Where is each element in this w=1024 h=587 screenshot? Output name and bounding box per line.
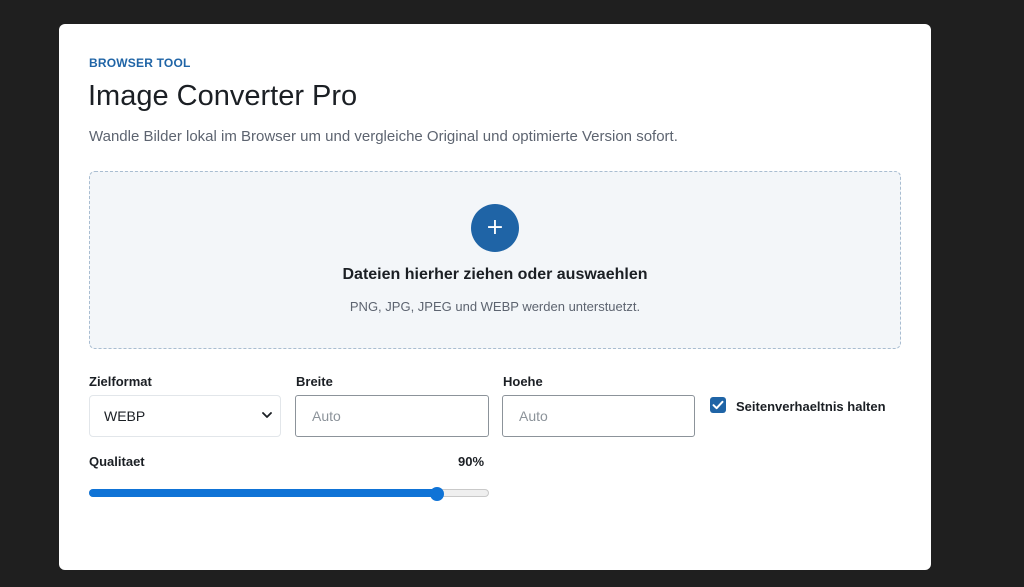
- aspect-ratio-label[interactable]: Seitenverhaeltnis halten: [736, 399, 886, 414]
- height-label: Hoehe: [503, 374, 543, 389]
- dropzone-title: Dateien hierher ziehen oder auswaehlen: [342, 266, 648, 283]
- eyebrow-label: BROWSER TOOL: [89, 56, 191, 70]
- converter-card: BROWSER TOOL Image Converter Pro Wandle …: [59, 24, 931, 570]
- dropzone-hint: PNG, JPG, JPEG und WEBP werden unterstue…: [349, 299, 641, 314]
- page-subtitle: Wandle Bilder lokal im Browser um und ve…: [89, 128, 678, 145]
- quality-label: Qualitaet: [89, 454, 145, 469]
- check-icon: [712, 400, 724, 410]
- slider-thumb[interactable]: [430, 487, 444, 501]
- format-select[interactable]: WEBP: [89, 395, 281, 437]
- chevron-down-icon: [262, 396, 272, 453]
- format-select-value: WEBP: [104, 408, 146, 424]
- file-dropzone[interactable]: + Dateien hierher ziehen oder auswaehlen…: [89, 171, 901, 349]
- format-label: Zielformat: [89, 374, 152, 389]
- height-input[interactable]: [502, 395, 695, 437]
- slider-fill: [89, 489, 437, 497]
- quality-value: 90%: [458, 454, 485, 469]
- page-title: Image Converter Pro: [88, 80, 358, 112]
- width-input[interactable]: [295, 395, 489, 437]
- quality-slider[interactable]: [89, 487, 489, 501]
- plus-icon[interactable]: +: [471, 204, 519, 252]
- width-label: Breite: [296, 374, 333, 389]
- aspect-ratio-checkbox[interactable]: [710, 397, 726, 413]
